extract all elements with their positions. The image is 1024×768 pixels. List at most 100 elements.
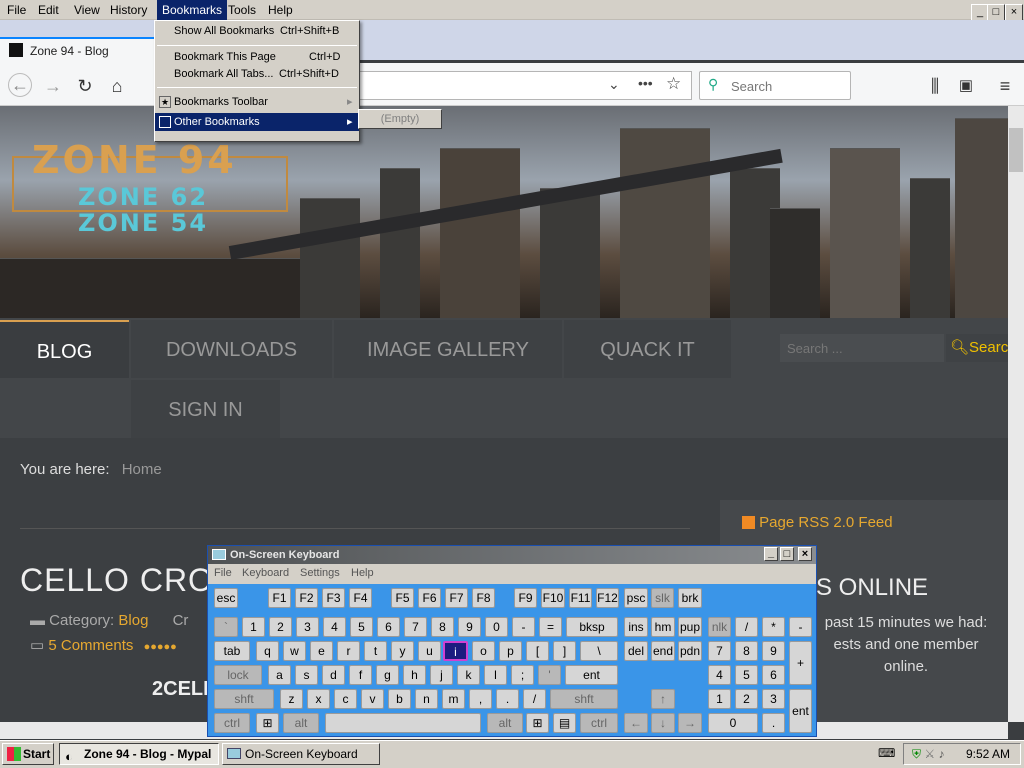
osk-key[interactable]: 0 xyxy=(708,713,758,733)
osk-key[interactable]: q xyxy=(256,641,279,661)
hamburger-menu-icon[interactable]: ≡ xyxy=(994,75,1016,97)
osk-key[interactable]: z xyxy=(280,689,303,709)
osk-key[interactable]: ent xyxy=(565,665,618,685)
osk-key[interactable]: ; xyxy=(511,665,534,685)
breadcrumb-home[interactable]: Home xyxy=(122,461,162,478)
osk-key[interactable]: F10 xyxy=(541,588,565,608)
osk-title-bar[interactable]: On-Screen Keyboard _ □ × xyxy=(208,546,816,564)
security-shield-icon[interactable]: ⛨ xyxy=(912,747,921,761)
osk-key[interactable]: alt xyxy=(487,713,523,733)
osk-key[interactable]: ] xyxy=(553,641,576,661)
menu-help[interactable]: Help xyxy=(268,3,293,17)
osk-key[interactable]: del xyxy=(624,641,648,661)
osk-key[interactable]: lock xyxy=(214,665,262,685)
osk-key[interactable]: ctrl xyxy=(580,713,618,733)
keyboard-tray-icon[interactable]: ⌨ xyxy=(878,743,898,765)
osk-key[interactable]: 9 xyxy=(762,641,785,661)
osk-key[interactable]: esc xyxy=(214,588,238,608)
osk-key[interactable]: F7 xyxy=(445,588,468,608)
menu-show-all-bookmarks[interactable]: Show All Bookmarks Ctrl+Shift+B xyxy=(155,22,359,40)
osk-key[interactable]: k xyxy=(457,665,480,685)
osk-key[interactable]: F2 xyxy=(295,588,318,608)
osk-key[interactable]: F6 xyxy=(418,588,441,608)
osk-key[interactable]: 3 xyxy=(762,689,785,709)
osk-key[interactable]: pdn xyxy=(678,641,702,661)
osk-key[interactable]: bksp xyxy=(566,617,618,637)
osk-key[interactable]: h xyxy=(403,665,426,685)
home-icon[interactable]: ⌂ xyxy=(106,75,128,97)
osk-minimize-button[interactable]: _ xyxy=(764,547,778,561)
osk-key[interactable]: l xyxy=(484,665,507,685)
osk-key[interactable]: t xyxy=(364,641,387,661)
osk-key[interactable] xyxy=(325,713,481,733)
osk-key[interactable]: 4 xyxy=(323,617,346,637)
nav-downloads[interactable]: DOWNLOADS xyxy=(131,320,332,378)
osk-key[interactable]: → xyxy=(678,713,702,733)
osk-key[interactable]: 0 xyxy=(485,617,508,637)
osk-key[interactable]: 5 xyxy=(735,665,758,685)
osk-key[interactable]: ← xyxy=(624,713,648,733)
osk-key[interactable]: g xyxy=(376,665,399,685)
osk-key[interactable]: ctrl xyxy=(214,713,250,733)
osk-key[interactable]: d xyxy=(322,665,345,685)
osk-key[interactable]: F11 xyxy=(569,588,592,608)
osk-key[interactable]: 6 xyxy=(762,665,785,685)
osk-key[interactable]: n xyxy=(415,689,438,709)
category-link[interactable]: Blog xyxy=(118,612,148,629)
osk-key[interactable]: ⊞ xyxy=(526,713,549,733)
osk-key[interactable]: alt xyxy=(283,713,319,733)
menu-edit[interactable]: Edit xyxy=(38,3,59,17)
osk-key[interactable]: ent xyxy=(789,689,812,733)
scroll-thumb[interactable] xyxy=(1009,128,1023,172)
osk-key[interactable]: F3 xyxy=(322,588,345,608)
osk-key[interactable]: = xyxy=(539,617,562,637)
osk-key[interactable]: brk xyxy=(678,588,702,608)
osk-key[interactable]: i xyxy=(443,641,468,661)
osk-key[interactable]: x xyxy=(307,689,330,709)
osk-key[interactable]: ↑ xyxy=(651,689,675,709)
osk-key[interactable]: 9 xyxy=(458,617,481,637)
osk-key[interactable]: v xyxy=(361,689,384,709)
osk-key[interactable]: shft xyxy=(214,689,274,709)
osk-key[interactable]: F12 xyxy=(596,588,619,608)
menu-bookmarks-toolbar[interactable]: ★ Bookmarks Toolbar ▸ xyxy=(155,93,359,111)
osk-key[interactable]: nlk xyxy=(708,617,731,637)
osk-key[interactable]: tab xyxy=(214,641,250,661)
osk-key[interactable]: ' xyxy=(538,665,561,685)
network-icon[interactable]: ⚔ xyxy=(924,747,935,761)
osk-key[interactable]: o xyxy=(472,641,495,661)
menu-bookmark-this-page[interactable]: Bookmark This Page Ctrl+D xyxy=(155,48,359,66)
osk-key[interactable]: j xyxy=(430,665,453,685)
osk-key[interactable]: ins xyxy=(624,617,648,637)
osk-key[interactable]: 4 xyxy=(708,665,731,685)
menu-tools[interactable]: Tools xyxy=(228,3,256,17)
osk-key[interactable]: 7 xyxy=(404,617,427,637)
osk-key[interactable]: - xyxy=(512,617,535,637)
osk-key[interactable]: F1 xyxy=(268,588,291,608)
site-logo[interactable]: ZONE 94 xyxy=(32,138,237,182)
nav-blog[interactable]: BLOG xyxy=(0,320,129,378)
comments-link[interactable]: 5 Comments xyxy=(48,637,133,654)
vertical-scrollbar[interactable] xyxy=(1008,106,1024,722)
osk-key[interactable]: 8 xyxy=(735,641,758,661)
osk-key[interactable]: w xyxy=(283,641,306,661)
search-input[interactable]: ⚲ Search xyxy=(699,71,851,100)
osk-key[interactable]: [ xyxy=(526,641,549,661)
menu-file[interactable]: File xyxy=(7,3,26,17)
start-button[interactable]: Start xyxy=(2,743,54,765)
osk-menu-help[interactable]: Help xyxy=(351,567,374,579)
osk-maximize-button[interactable]: □ xyxy=(780,547,794,561)
forward-icon[interactable]: → xyxy=(42,75,64,97)
osk-key[interactable]: psc xyxy=(624,588,648,608)
sidebar-icon[interactable]: ▣ xyxy=(955,75,977,97)
osk-key[interactable]: + xyxy=(789,641,812,685)
osk-key[interactable]: a xyxy=(268,665,291,685)
osk-close-button[interactable]: × xyxy=(798,547,812,561)
tab-zone94[interactable]: Zone 94 - Blog xyxy=(0,37,158,63)
osk-key[interactable]: pup xyxy=(678,617,702,637)
site-search-input[interactable]: Search ... xyxy=(780,334,944,362)
osk-key[interactable]: F4 xyxy=(349,588,372,608)
osk-key[interactable]: ⊞ xyxy=(256,713,279,733)
osk-key[interactable]: r xyxy=(337,641,360,661)
post-comments[interactable]: ▭ 5 Comments ●●●●● xyxy=(30,636,177,654)
